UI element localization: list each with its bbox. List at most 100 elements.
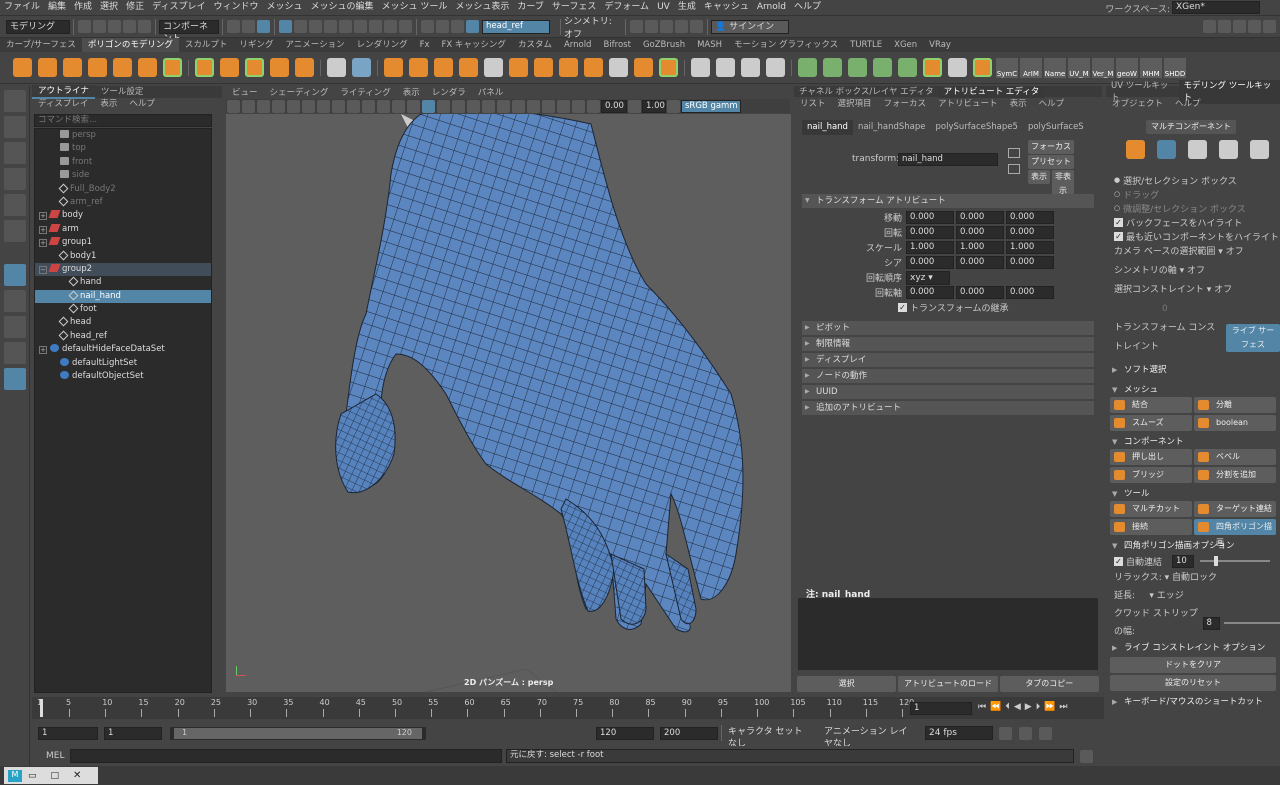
rotate-tool-icon[interactable] [4, 194, 26, 216]
output-ops-icon[interactable] [451, 20, 464, 33]
shelf-tab[interactable]: MASH [691, 38, 728, 52]
exposure-icon[interactable] [587, 99, 600, 113]
section-transform[interactable]: トランスフォーム アトリビュート [802, 194, 1094, 208]
expand-toggle-icon[interactable]: − [39, 265, 47, 274]
ipr-icon[interactable] [645, 20, 658, 33]
outliner-search[interactable]: コマンド検索... [34, 114, 212, 127]
undo-icon[interactable] [123, 20, 136, 33]
face-mode-icon[interactable] [1219, 140, 1238, 159]
poly-sphere-icon[interactable] [13, 58, 32, 77]
node-tab[interactable]: polySurfaceShape5 [931, 120, 1023, 135]
poly-torus-icon[interactable] [113, 58, 132, 77]
name-input[interactable]: head_ref [482, 19, 550, 34]
redo-icon[interactable] [138, 20, 151, 33]
rotate-axis-z[interactable]: 0.000 [1006, 286, 1054, 299]
mode-select[interactable]: モデリング [6, 19, 70, 34]
attr-menu-item[interactable]: 選択項目 [832, 98, 878, 110]
play-forward-icon[interactable]: ▶ [1025, 702, 1032, 712]
combine-icon[interactable] [384, 58, 403, 77]
reverse-icon[interactable] [823, 58, 842, 77]
menu-item[interactable]: カーブ [513, 0, 547, 15]
loop-icon[interactable] [999, 726, 1012, 740]
bevel-icon[interactable] [559, 58, 578, 77]
menu-item[interactable]: メッシュ表示 [451, 0, 513, 15]
rotate-axis-y[interactable]: 0.000 [956, 286, 1004, 299]
exposure-field[interactable]: 0.00 [601, 99, 627, 113]
selection-radio[interactable]: ○ ドラッグ [1114, 187, 1280, 201]
attr-menu-item[interactable]: リスト [794, 98, 832, 110]
outliner-item[interactable]: defaultObjectSet [35, 370, 211, 383]
shelf-script-button[interactable]: ArIM [1020, 57, 1042, 78]
mirror-geo-icon[interactable] [798, 58, 817, 77]
toolkit-button[interactable]: 結合 [1110, 397, 1192, 413]
outliner-item[interactable]: arm_ref [35, 196, 211, 209]
pause-icon[interactable] [690, 20, 703, 33]
transform-value-field[interactable]: 0.000 [956, 256, 1004, 269]
toolkit-button[interactable]: ターゲット連結 [1194, 501, 1276, 517]
select-object-icon[interactable] [242, 20, 255, 33]
shelf-tab[interactable]: XGen [888, 38, 923, 52]
outliner-item[interactable]: foot [35, 303, 211, 316]
sign-in-button[interactable]: 👤 サインイン [711, 19, 789, 34]
outliner-item[interactable]: body1 [35, 250, 211, 263]
shelf-tab[interactable]: VRay [923, 38, 957, 52]
outliner-item[interactable]: nail_hand [35, 289, 211, 304]
bookmark-icon[interactable] [257, 99, 270, 113]
menu-item[interactable]: Arnold [753, 0, 790, 15]
focus-button[interactable]: フォーカス [1028, 140, 1074, 154]
svg-icon[interactable] [295, 58, 314, 77]
menu-item[interactable]: ウィンドウ [209, 0, 262, 15]
uv-icon[interactable] [352, 58, 371, 77]
open-scene-icon[interactable] [93, 20, 106, 33]
snap-plane-icon[interactable] [384, 20, 397, 33]
attr-menu-item[interactable]: フォーカス [878, 98, 933, 110]
snap-surface-icon[interactable] [399, 20, 412, 33]
component-select[interactable]: コンポーネント [159, 19, 219, 44]
shelf-tab[interactable]: GoZBrush [637, 38, 691, 52]
menu-item[interactable]: 修正 [122, 0, 148, 15]
toolkit-button[interactable]: 四角ポリゴン描画 [1194, 519, 1276, 547]
symmetry-axis-row[interactable]: シンメトリの軸 ▾ オフ [1114, 262, 1280, 281]
go-output-icon[interactable] [1008, 164, 1020, 174]
camera-selection-row[interactable]: カメラ ベースの選択範囲 ▾ オフ [1114, 243, 1280, 262]
shelf-tab[interactable]: Fx [414, 38, 436, 52]
two-view-layout-icon[interactable] [4, 342, 26, 364]
auto-key-icon[interactable] [1019, 726, 1032, 740]
inherit-checkbox[interactable]: ✓ [898, 303, 907, 312]
expand-toggle-icon[interactable]: + [39, 212, 47, 221]
four-view-layout-icon[interactable] [4, 316, 26, 338]
expand-toggle-icon[interactable]: + [39, 239, 47, 248]
play-back-icon[interactable]: ◀ [1014, 702, 1021, 712]
boolean-icon[interactable] [609, 58, 628, 77]
field-chart-icon[interactable] [347, 99, 360, 113]
menu-item[interactable]: メッシュ [262, 0, 306, 15]
camera-icon[interactable] [227, 99, 240, 113]
step-forward-key-icon[interactable]: ⏩ [1044, 702, 1055, 712]
shelf-script-button[interactable]: UV_M [1068, 57, 1090, 78]
outliner-item[interactable]: + arm [35, 223, 211, 236]
transform-value-field[interactable]: 0.000 [956, 211, 1004, 224]
lights-icon[interactable] [452, 99, 465, 113]
textured-icon[interactable] [437, 99, 450, 113]
sculpt-icon[interactable] [327, 58, 346, 77]
history-icon[interactable] [421, 20, 434, 33]
text-icon[interactable] [270, 58, 289, 77]
edge-loop-icon[interactable] [741, 58, 760, 77]
align-icon[interactable] [973, 58, 992, 77]
outliner-item[interactable]: front [35, 156, 211, 169]
extend-row[interactable]: 延長: ▾ エッジ [1114, 587, 1280, 605]
wireframe-on-shaded-icon[interactable] [422, 99, 435, 113]
hypershade-icon[interactable] [675, 20, 688, 33]
tools-header[interactable]: ツール [1106, 487, 1280, 501]
shadows-icon[interactable] [467, 99, 480, 113]
aa-icon[interactable] [497, 99, 510, 113]
attr-bottom-button[interactable]: 選択 [797, 676, 897, 692]
quad-draw-tool-icon[interactable] [4, 264, 26, 286]
bridge-icon[interactable] [534, 58, 553, 77]
menu-item[interactable]: 選択 [96, 0, 122, 15]
shelf-tab[interactable]: Bifrost [597, 38, 636, 52]
attr-panel-tab[interactable]: チャネル ボックス/レイヤ エディタ [794, 86, 939, 98]
poly-cone-icon[interactable] [88, 58, 107, 77]
quad-draw-icon[interactable] [766, 58, 785, 77]
smooth-shade-icon[interactable] [407, 99, 420, 113]
